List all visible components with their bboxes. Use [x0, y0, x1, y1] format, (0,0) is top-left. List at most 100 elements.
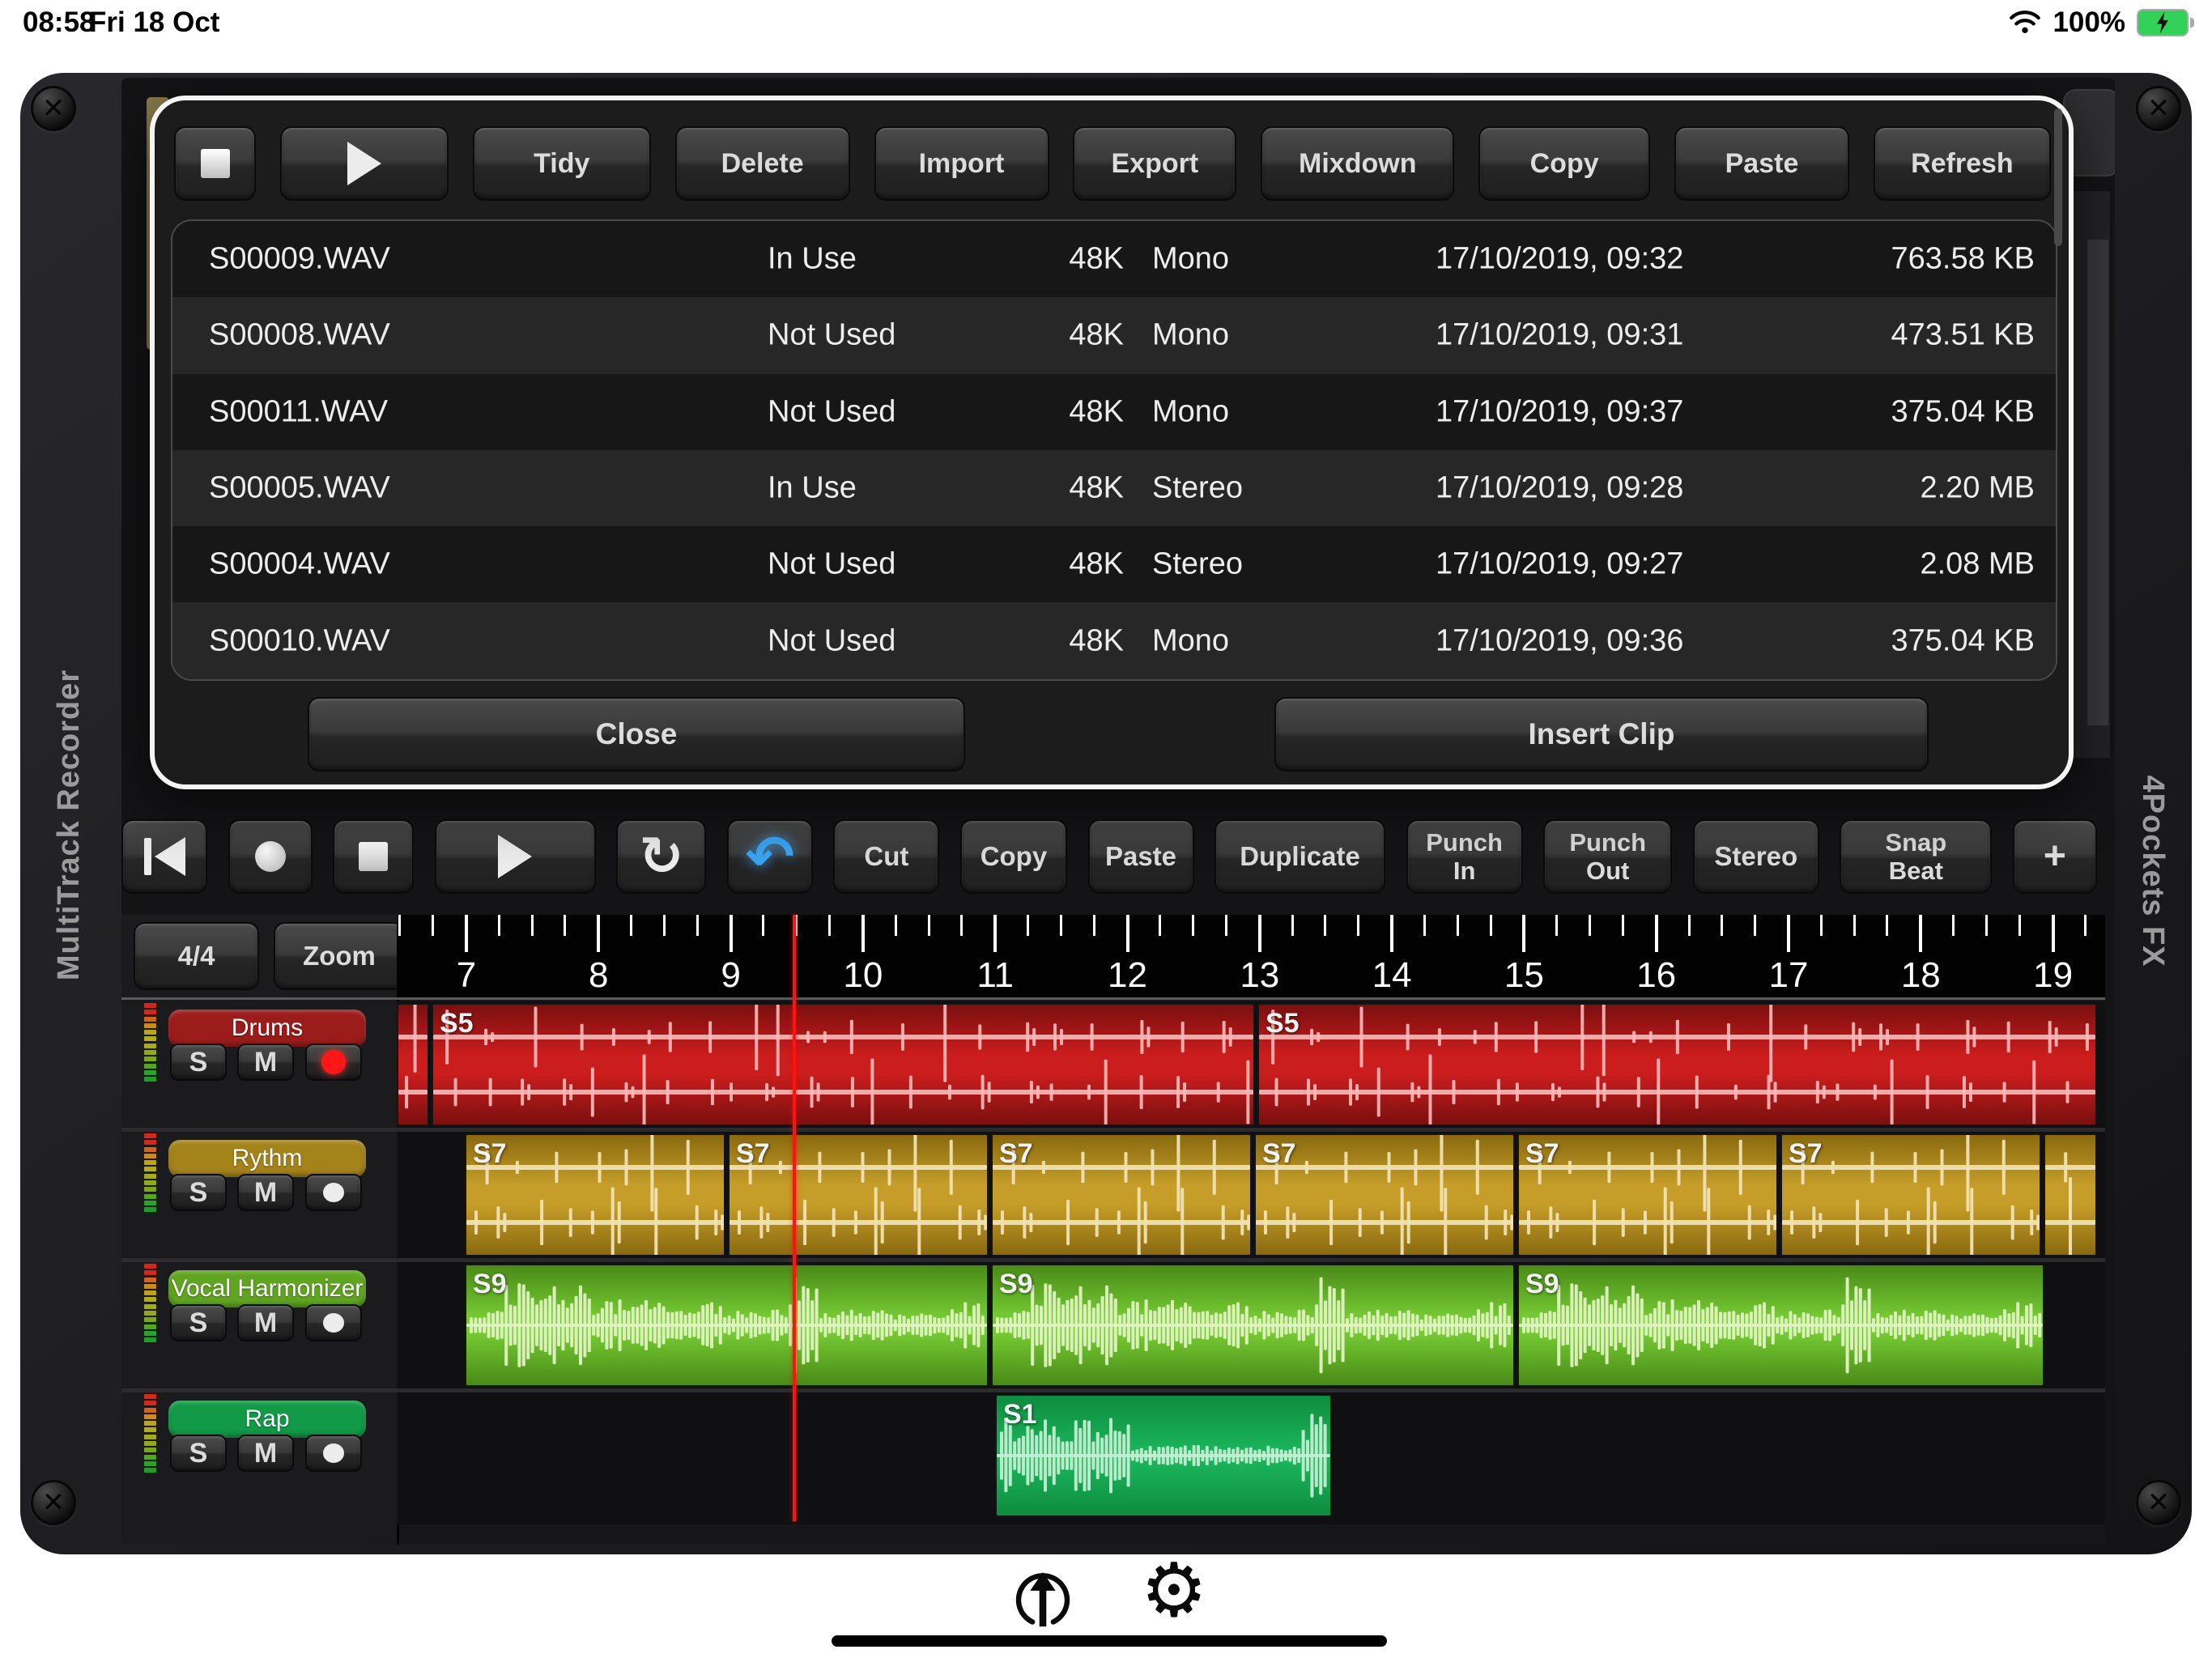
home-indicator[interactable] [832, 1635, 1387, 1647]
file-cell-name: S00004.WAV [209, 547, 390, 582]
audio-clip[interactable]: S7 [1254, 1133, 1515, 1256]
file-cell-rate: 48K [1015, 394, 1124, 429]
mute-button[interactable]: M [237, 1044, 294, 1081]
paste-button[interactable]: Paste [1674, 126, 1849, 201]
audio-clip[interactable] [397, 1003, 429, 1126]
snap-beat-button[interactable]: SnapBeat [1840, 819, 1992, 894]
row-separator [121, 1388, 2105, 1392]
export-button[interactable]: Export [1073, 126, 1236, 201]
ruler-tick [498, 915, 500, 936]
cut-button[interactable]: Cut [833, 819, 939, 894]
transport-bar: ↻ ↶ Cut Copy Paste Duplicate PunchIn PunchOut St… [121, 819, 2097, 894]
track-name-button[interactable]: Vocal Harmonizer [168, 1270, 366, 1307]
track-name-button[interactable]: Drums [168, 1010, 366, 1047]
clip-label: S7 [999, 1138, 1033, 1170]
ruler-tick [1787, 915, 1790, 952]
rewind-button[interactable] [121, 819, 207, 894]
audio-clip[interactable]: S7 [991, 1133, 1252, 1256]
file-cell-ch: Stereo [1152, 547, 1243, 582]
punch-in-button[interactable]: PunchIn [1406, 819, 1523, 894]
file-cell-name: S00008.WAV [209, 318, 390, 353]
timeline-ruler[interactable]: 78910111213141516171819 [397, 915, 2105, 997]
file-row[interactable]: S00005.WAVIn Use48KStereo17/10/2019, 09:… [172, 450, 2056, 526]
close-button[interactable]: Close [308, 697, 965, 772]
dialog-stop-button[interactable] [174, 126, 256, 201]
file-row[interactable]: S00009.WAVIn Use48KMono17/10/2019, 09:32… [172, 221, 2056, 297]
paste-button[interactable]: Paste [1088, 819, 1194, 894]
audio-clip[interactable] [2044, 1133, 2097, 1256]
share-upload-icon[interactable] [1014, 1564, 1072, 1633]
audio-clip[interactable]: S7 [465, 1133, 725, 1256]
audio-clip[interactable]: S9 [465, 1264, 989, 1387]
file-cell-size: 375.04 KB [1780, 623, 2035, 658]
ruler-tick [895, 915, 897, 936]
arm-record-button[interactable] [305, 1304, 362, 1341]
mute-button[interactable]: M [237, 1174, 294, 1211]
ruler-tick [762, 915, 764, 936]
clip-label: S9 [473, 1269, 507, 1300]
zoom-button[interactable]: Zoom [274, 922, 405, 990]
audio-clip[interactable]: S9 [1517, 1264, 2044, 1387]
level-meter-icon [144, 1133, 156, 1214]
stop-button[interactable] [333, 819, 414, 894]
settings-gear-icon[interactable]: ⚙ [1135, 1551, 1213, 1629]
time-signature-button[interactable]: 4/4 [134, 922, 259, 990]
copy-button[interactable]: Copy [960, 819, 1067, 894]
battery-charging-icon [2137, 9, 2194, 36]
screw-icon [31, 1480, 76, 1525]
audio-clip[interactable]: S7 [1780, 1133, 2041, 1256]
arm-record-button[interactable] [305, 1174, 362, 1211]
ruler-bar-number: 19 [2033, 955, 2073, 996]
tidy-button[interactable]: Tidy [473, 126, 651, 201]
play-button[interactable] [435, 819, 596, 894]
solo-button[interactable]: S [170, 1435, 227, 1472]
solo-button[interactable]: S [170, 1304, 227, 1341]
play-icon [347, 142, 381, 185]
table-scrollbar[interactable] [2054, 108, 2062, 246]
duplicate-button[interactable]: Duplicate [1214, 819, 1385, 894]
delete-button[interactable]: Delete [675, 126, 850, 201]
refresh-button[interactable]: Refresh [1874, 126, 2051, 201]
file-cell-date: 17/10/2019, 09:37 [1436, 394, 1683, 429]
wifi-icon [2009, 8, 2041, 38]
undo-button[interactable]: ↶ [727, 819, 813, 894]
file-row[interactable]: S00008.WAVNot Used48KMono17/10/2019, 09:… [172, 297, 2056, 373]
audio-clip[interactable]: S7 [1517, 1133, 1778, 1256]
punch-out-button[interactable]: PunchOut [1543, 819, 1672, 894]
mute-button[interactable]: M [237, 1435, 294, 1472]
file-cell-status: Not Used [768, 547, 895, 582]
audio-clip[interactable]: S9 [991, 1264, 1515, 1387]
arm-record-button[interactable] [305, 1044, 362, 1081]
insert-clip-button[interactable]: Insert Clip [1274, 697, 1929, 772]
track-header-rythm: RythmSM [121, 1132, 397, 1258]
stereo-button[interactable]: Stereo [1693, 819, 1819, 894]
copy-button[interactable]: Copy [1478, 126, 1650, 201]
file-row[interactable]: S00011.WAVNot Used48KMono17/10/2019, 09:… [172, 374, 2056, 450]
ruler-tick [2052, 915, 2055, 952]
playhead[interactable] [793, 915, 796, 1521]
audio-clip[interactable]: S1 [995, 1394, 1332, 1517]
track-name-button[interactable]: Rythm [168, 1140, 366, 1177]
arm-record-button[interactable] [305, 1435, 362, 1472]
solo-button[interactable]: S [170, 1174, 227, 1211]
audio-clip[interactable]: S5 [432, 1003, 1255, 1126]
audio-clip[interactable]: S5 [1257, 1003, 2097, 1126]
track-name-button[interactable]: Rap [168, 1401, 366, 1438]
timeline: 4/4ZoomDrumsSMRythmSMVocal HarmonizerSMR… [121, 915, 2105, 1545]
file-row[interactable]: S00010.WAVNot Used48KMono17/10/2019, 09:… [172, 602, 2056, 678]
ruler-tick [597, 915, 600, 952]
solo-button[interactable]: S [170, 1044, 227, 1081]
mixdown-button[interactable]: Mixdown [1261, 126, 1454, 201]
file-row[interactable]: S00004.WAVNot Used48KStereo17/10/2019, 0… [172, 526, 2056, 602]
ruler-bar-number: 14 [1372, 955, 1412, 996]
file-cell-date: 17/10/2019, 09:28 [1436, 471, 1683, 506]
audio-clip[interactable]: S7 [728, 1133, 989, 1256]
loop-button[interactable]: ↻ [616, 819, 706, 894]
ruler-bar-number: 9 [721, 955, 740, 996]
ruler-tick [1159, 915, 1161, 936]
record-button[interactable] [228, 819, 313, 894]
import-button[interactable]: Import [874, 126, 1049, 201]
dialog-play-button[interactable] [280, 126, 449, 201]
add-button[interactable]: + [2013, 819, 2097, 894]
mute-button[interactable]: M [237, 1304, 294, 1341]
